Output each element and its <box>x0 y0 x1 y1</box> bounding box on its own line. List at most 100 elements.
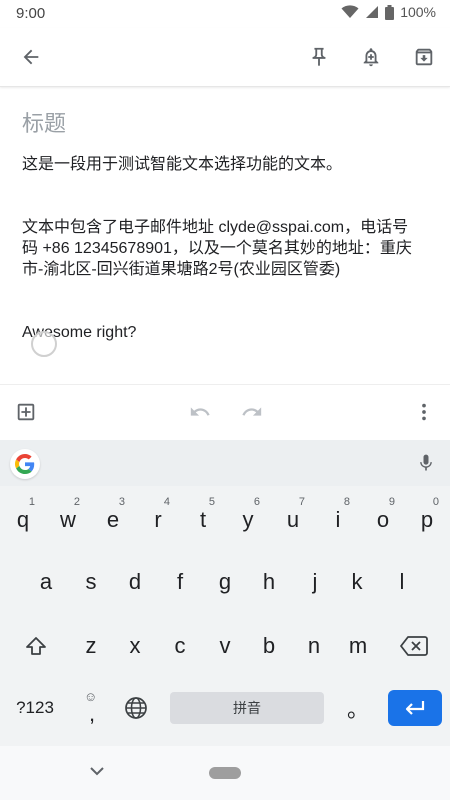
chevron-down-icon <box>90 767 104 776</box>
key-u[interactable]: 7u <box>271 492 315 548</box>
add-alert-icon <box>363 48 379 67</box>
key-hint: 2 <box>73 496 80 508</box>
editor-toolbar <box>0 384 450 441</box>
archive-button[interactable] <box>409 42 439 72</box>
key-p[interactable]: 0p <box>405 492 449 548</box>
redo-button[interactable] <box>239 399 265 425</box>
add-box-icon <box>17 403 35 421</box>
enter-icon <box>405 701 425 715</box>
globe-icon <box>125 697 147 719</box>
backspace-icon <box>400 636 428 656</box>
key-label: r <box>154 507 162 532</box>
keyboard-suggestion-bar <box>0 440 450 486</box>
key-k[interactable]: k <box>335 554 379 610</box>
keyboard-row-1: 1q 2w 3e 4r 5t 6y 7u 8i 9o 0p <box>0 492 450 552</box>
key-i[interactable]: 8i <box>316 492 360 548</box>
key-hint: 3 <box>118 496 125 508</box>
key-label: e <box>106 507 120 532</box>
soft-keyboard: 1q 2w 3e 4r 5t 6y 7u 8i 9o 0p a s d f g … <box>0 440 450 746</box>
system-nav-bar <box>0 746 450 800</box>
space-bar[interactable]: 拼音 <box>170 692 324 724</box>
key-y[interactable]: 6y <box>226 492 270 548</box>
undo-button[interactable] <box>187 399 213 425</box>
key-v[interactable]: v <box>203 618 247 674</box>
more-vert-icon <box>422 403 426 421</box>
key-label: i <box>335 507 341 532</box>
key-hint: 1 <box>28 496 35 508</box>
home-pill[interactable] <box>209 767 241 779</box>
key-hint: 5 <box>208 496 215 508</box>
key-label: t <box>199 507 207 532</box>
google-icon[interactable] <box>10 449 40 479</box>
key-n[interactable]: n <box>292 618 336 674</box>
redo-icon <box>242 407 262 416</box>
status-icons: 100% <box>341 4 436 20</box>
note-editor: 标题 这是一段用于测试智能文本选择功能的文本。 文本中包含了电子邮件地址 cly… <box>0 88 450 384</box>
more-options-button[interactable] <box>411 399 437 425</box>
hide-keyboard-button[interactable] <box>88 764 106 783</box>
key-hint: 7 <box>298 496 305 508</box>
key-label: y <box>242 507 254 532</box>
note-body-field[interactable]: 这是一段用于测试智能文本选择功能的文本。 文本中包含了电子邮件地址 clyde@… <box>22 154 422 343</box>
key-h[interactable]: h <box>247 554 291 610</box>
enter-key[interactable] <box>388 690 442 726</box>
key-z[interactable]: z <box>69 618 113 674</box>
symbols-key[interactable]: ?123 <box>6 680 64 736</box>
shift-key[interactable] <box>8 618 64 674</box>
pin-icon <box>312 47 326 67</box>
archive-icon <box>415 48 433 66</box>
comma-key[interactable]: ☺ , <box>70 680 114 736</box>
battery-icon <box>385 4 395 20</box>
pin-button[interactable] <box>304 42 334 72</box>
arrow-back-icon <box>23 49 39 65</box>
keyboard-row-3: z x c v b n m <box>0 618 450 678</box>
key-c[interactable]: c <box>158 618 202 674</box>
mic-button[interactable] <box>416 452 436 479</box>
key-label: u <box>286 507 300 532</box>
period-key[interactable]: 。 <box>336 680 380 736</box>
key-t[interactable]: 5t <box>181 492 225 548</box>
backspace-key[interactable] <box>386 618 442 674</box>
key-hint: 9 <box>388 496 395 508</box>
note-title-field[interactable]: 标题 <box>22 106 66 138</box>
key-a[interactable]: a <box>24 554 68 610</box>
signal-icon <box>366 6 379 18</box>
key-hint: 8 <box>343 496 350 508</box>
battery-level: 100% <box>400 4 436 20</box>
key-j[interactable]: j <box>293 554 337 610</box>
key-o[interactable]: 9o <box>361 492 405 548</box>
app-bar <box>0 28 450 87</box>
key-e[interactable]: 3e <box>91 492 135 548</box>
key-hint: 6 <box>253 496 260 508</box>
reminder-button[interactable] <box>356 42 386 72</box>
key-hint: 4 <box>163 496 170 508</box>
keyboard-row-2: a s d f g h j k l <box>0 554 450 614</box>
key-label: w <box>60 507 76 532</box>
wifi-icon <box>341 5 359 18</box>
add-box-button[interactable] <box>13 399 39 425</box>
key-label: p <box>420 507 434 532</box>
key-d[interactable]: d <box>113 554 157 610</box>
text-cursor-handle[interactable] <box>31 331 57 357</box>
key-l[interactable]: l <box>380 554 424 610</box>
key-g[interactable]: g <box>203 554 247 610</box>
key-w[interactable]: 2w <box>46 492 90 548</box>
key-x[interactable]: x <box>113 618 157 674</box>
key-m[interactable]: m <box>336 618 380 674</box>
shift-icon <box>26 637 46 655</box>
key-s[interactable]: s <box>69 554 113 610</box>
language-key[interactable] <box>114 680 158 736</box>
back-button[interactable] <box>16 42 46 72</box>
keyboard-row-4: ?123 ☺ , 拼音 。 <box>0 680 450 740</box>
comma-label: , <box>88 701 96 726</box>
key-r[interactable]: 4r <box>136 492 180 548</box>
key-label: q <box>16 507 30 532</box>
status-bar: 9:00 100% <box>0 0 450 28</box>
key-b[interactable]: b <box>247 618 291 674</box>
key-hint: 0 <box>432 496 439 508</box>
status-time: 9:00 <box>16 5 46 22</box>
key-f[interactable]: f <box>158 554 202 610</box>
mic-icon <box>420 454 432 471</box>
undo-icon <box>190 407 210 416</box>
key-q[interactable]: 1q <box>1 492 45 548</box>
